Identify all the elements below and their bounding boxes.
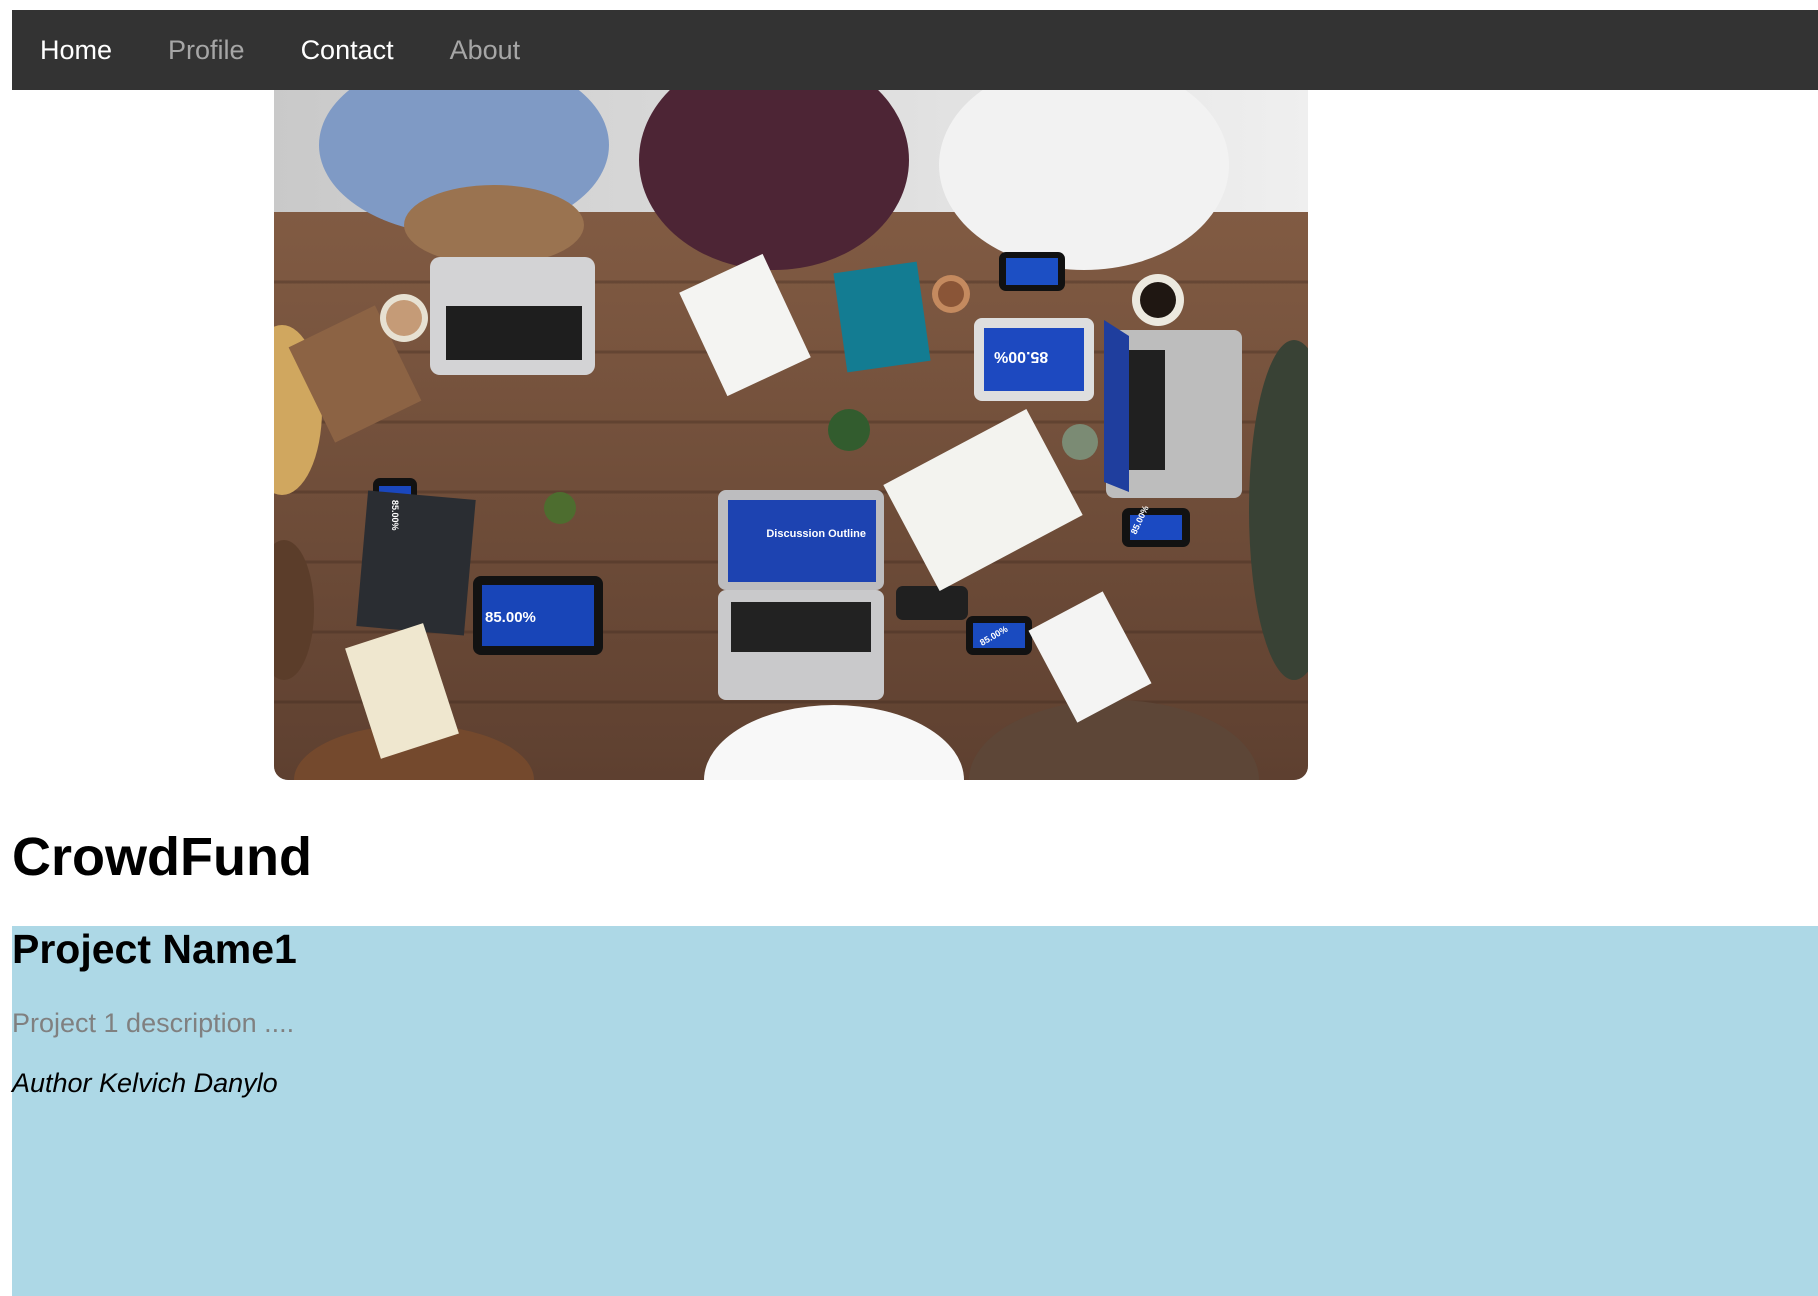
nav-profile-link[interactable]: Profile — [140, 10, 273, 90]
project-card: Project Name1 Project 1 description ....… — [12, 926, 1818, 1296]
site-title: CrowdFund — [12, 827, 312, 887]
project-title: Project Name1 — [12, 926, 297, 972]
project-description: Project 1 description .... — [12, 1008, 295, 1038]
project-author: Author Kelvich Danylo — [12, 1068, 278, 1098]
top-navbar: Home Profile Contact About — [12, 10, 1818, 90]
nav-home-link[interactable]: Home — [12, 10, 140, 90]
phone-screen-text-left: 85.00% — [390, 500, 400, 531]
tablet-screen-text-bottom: 85.00% — [485, 609, 536, 626]
laptop-screen-title: Discussion Outline — [766, 528, 866, 540]
tablet-screen-text-top: 85.00% — [994, 348, 1048, 365]
nav-about-link[interactable]: About — [422, 10, 549, 90]
page: Home Profile Contact About 85.00% 85.00%… — [0, 0, 1818, 1296]
team-meeting-photo: 85.00% 85.00% 85.00% 85.00% 85.00% Discu… — [274, 90, 1308, 780]
hero-image: 85.00% 85.00% 85.00% 85.00% 85.00% Discu… — [274, 90, 1308, 780]
nav-contact-link[interactable]: Contact — [273, 10, 422, 90]
